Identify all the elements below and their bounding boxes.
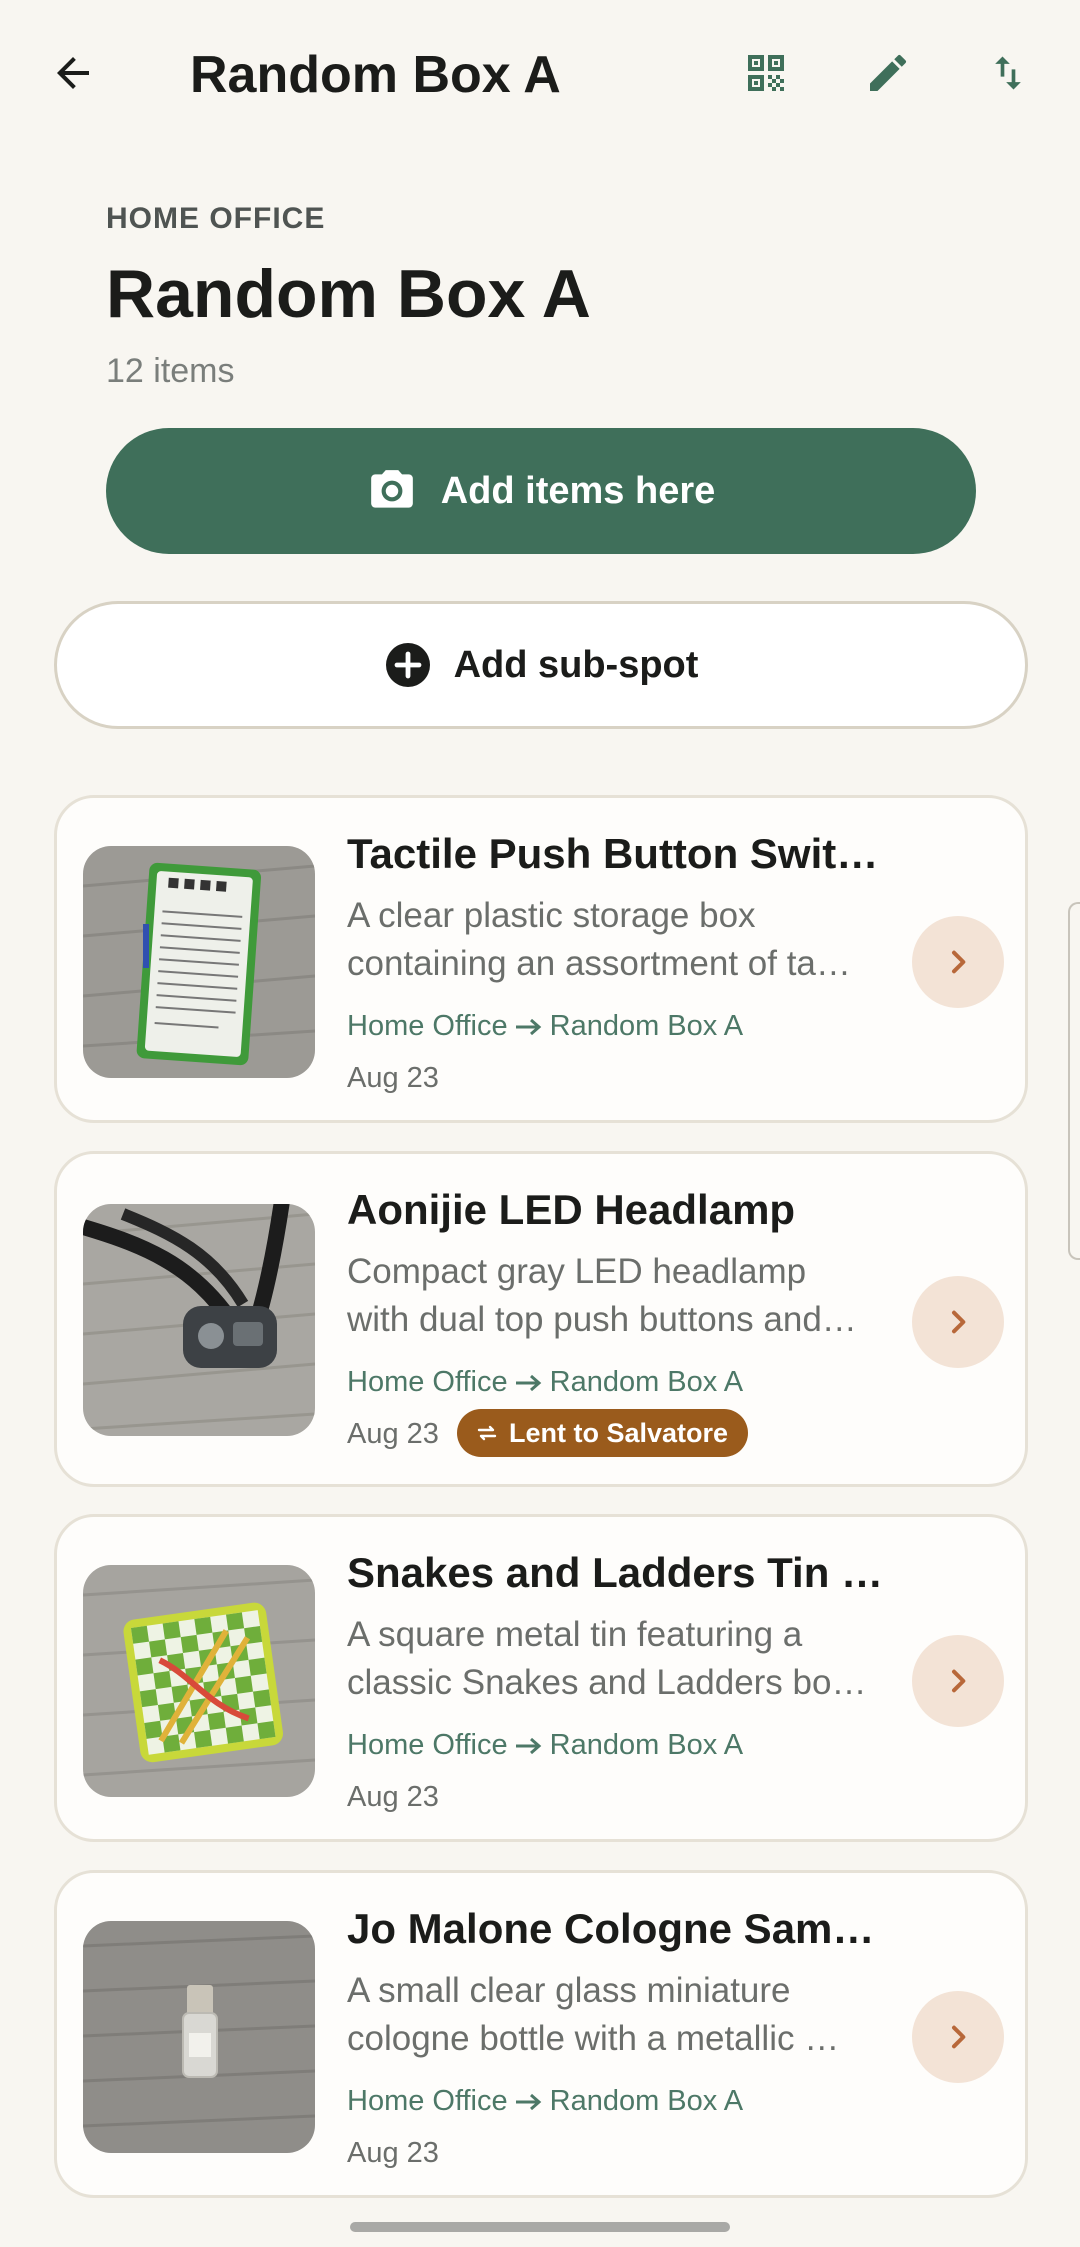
side-scroll-handle[interactable] [1068,902,1080,1260]
item-date: Aug 23 [347,1781,439,1813]
path-parent: Home Office [347,1010,508,1042]
path-parent: Home Office [347,1729,508,1761]
add-subspot-button[interactable]: Add sub-spot [54,601,1028,729]
item-description: A clear plastic storage box containing a… [347,892,887,988]
arrow-right-icon [515,1737,541,1754]
item-title: Jo Malone Cologne Sam… [347,1905,875,1952]
item-card[interactable]: Aonijie LED Headlamp Compact gray LED he… [54,1151,1028,1487]
add-subspot-label: Add sub-spot [453,643,699,686]
open-item-button[interactable] [912,1991,1004,2083]
item-location-path: Home Office Random Box A [347,1366,743,1399]
item-description-line: classic Snakes and Ladders bo… [347,1663,867,1702]
item-description-line: with dual top push buttons and… [347,1300,857,1339]
arrow-back-icon [57,57,89,89]
item-location-path: Home Office Random Box A [347,2085,743,2118]
item-location-path: Home Office Random Box A [347,1010,743,1043]
back-button[interactable] [28,28,118,118]
gesture-home-bar[interactable] [350,2222,730,2232]
page-title: Random Box A [106,256,591,332]
item-thumbnail [83,1921,315,2153]
open-item-button[interactable] [912,1635,1004,1727]
camera-icon [370,470,413,508]
item-description: Compact gray LED headlamp with dual top … [347,1248,887,1344]
qr-code-button[interactable] [721,28,811,118]
qr-code-icon [748,55,784,91]
add-items-label: Add items here [440,469,716,512]
arrow-right-icon [515,1374,541,1391]
open-item-button[interactable] [912,1276,1004,1368]
item-date: Aug 23 [347,1062,439,1094]
path-child: Random Box A [549,1010,744,1042]
item-location-path: Home Office Random Box A [347,1729,743,1762]
location-label: HOME OFFICE [106,202,326,235]
item-description-line: A square metal tin featuring a [347,1615,803,1654]
item-title: Tactile Push Button Swit… [347,830,879,877]
topbar-title: Random Box A [190,46,561,104]
edit-button[interactable] [843,28,933,118]
item-count: 12 items [106,352,235,390]
chevron-right-icon [952,950,966,974]
item-card[interactable]: Jo Malone Cologne Sam… A small clear gla… [54,1870,1028,2198]
item-description-line: cologne bottle with a metallic … [347,2019,840,2058]
add-items-button[interactable]: Add items here [106,428,976,554]
sort-arrows-icon [995,56,1021,90]
open-item-button[interactable] [912,916,1004,1008]
path-parent: Home Office [347,2085,508,2117]
arrow-right-icon [515,2093,541,2110]
edit-pencil-icon [870,54,907,91]
lent-status-label: Lent to Salvatore [509,1417,729,1448]
item-title: Snakes and Ladders Tin … [347,1549,884,1596]
path-parent: Home Office [347,1366,508,1398]
item-description-line: A small clear glass miniature [347,1971,791,2010]
item-description: A small clear glass miniature cologne bo… [347,1967,887,2063]
item-description-line: A clear plastic storage box [347,896,756,935]
sort-button[interactable] [963,28,1053,118]
path-child: Random Box A [549,1729,744,1761]
item-thumbnail [83,846,315,1078]
top-app-bar: Random Box A [0,0,1080,150]
arrow-right-icon [515,1018,541,1035]
chevron-right-icon [952,1669,966,1693]
swap-arrows-icon [477,1425,497,1441]
lent-status-badge: Lent to Salvatore [457,1409,749,1457]
item-date: Aug 23 [347,1418,439,1450]
chevron-right-icon [952,1310,966,1334]
item-description-line: containing an assortment of ta… [347,944,851,983]
item-description-line: Compact gray LED headlamp [347,1252,807,1291]
add-circle-icon [385,643,430,687]
item-card[interactable]: Snakes and Ladders Tin … A square metal … [54,1514,1028,1842]
path-child: Random Box A [549,1366,744,1398]
item-thumbnail [83,1204,315,1436]
app-screen: Random Box A HOME OFFICE Random Box A 12… [0,0,1080,2247]
path-child: Random Box A [549,2085,744,2117]
item-thumbnail [83,1565,315,1797]
item-card[interactable]: Tactile Push Button Swit… A clear plasti… [54,795,1028,1123]
item-description: A square metal tin featuring a classic S… [347,1611,887,1707]
chevron-right-icon [952,2025,966,2049]
item-date: Aug 23 [347,2137,439,2169]
item-title: Aonijie LED Headlamp [347,1186,796,1233]
